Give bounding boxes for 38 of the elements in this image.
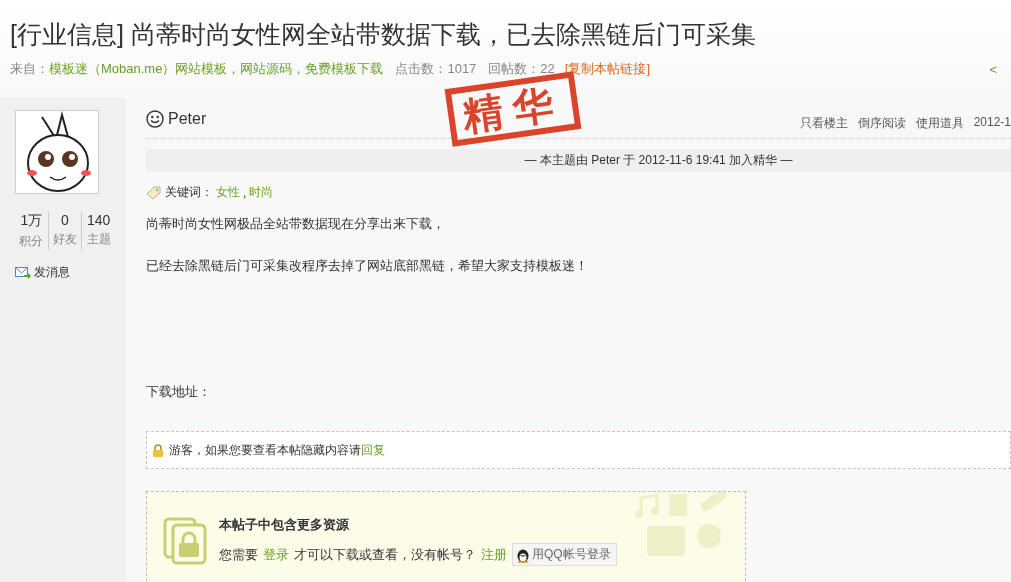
login-link[interactable]: 登录: [263, 545, 289, 564]
source-label: 来自：: [10, 60, 49, 78]
author-name-text: Peter: [168, 110, 207, 128]
post-paragraph: 已经去除黑链后门可采集改程序去掉了网站底部黑链，希望大家支持模板迷！: [146, 257, 589, 275]
download-label: 下载地址：: [146, 383, 212, 401]
previous-thread-link[interactable]: <: [989, 61, 1001, 77]
featured-notice: — 本主题由 Peter 于 2012-11-6 19:41 加入精华 —: [146, 149, 1011, 172]
hidden-content-notice: 游客，如果您要查看本帖隐藏内容请回复: [169, 441, 385, 459]
keyword-link[interactable]: 时尚: [249, 184, 274, 201]
author-name[interactable]: Peter: [146, 110, 207, 128]
mail-icon: [15, 266, 31, 279]
post-tool-link[interactable]: 使用道具: [915, 114, 964, 132]
qq-login-button[interactable]: 用QQ帐号登录: [512, 543, 617, 566]
send-message-link[interactable]: 发消息: [34, 264, 70, 281]
keyword-link[interactable]: 女性: [216, 184, 240, 201]
tag-icon: [146, 185, 162, 200]
post-tool-link[interactable]: 倒序阅读: [857, 114, 906, 132]
login-prompt-text: 您需要: [219, 545, 258, 564]
stat-label: 主题: [85, 231, 112, 248]
lock-icon: [152, 443, 164, 457]
keyword-separator: ,: [243, 185, 247, 200]
stat-value[interactable]: 140: [82, 212, 115, 228]
smiley-icon: [146, 110, 164, 128]
stat-value[interactable]: 1万: [15, 212, 48, 230]
reply-link[interactable]: 回复: [361, 442, 385, 457]
stat-value[interactable]: 0: [48, 212, 82, 228]
register-link[interactable]: 注册: [481, 545, 507, 564]
stat-label: 积分: [18, 233, 45, 250]
register-prompt-text: 才可以下载或查看，没有帐号？: [294, 545, 476, 564]
post-date: 2012-1: [973, 114, 1011, 131]
locked-resource-title: 本帖子中包含更多资源: [219, 516, 350, 534]
stat-label: 好友: [52, 231, 78, 248]
locked-file-icon: [163, 517, 207, 565]
thread-title: [行业信息] 尚蒂时尚女性网全站带数据下载，已去除黑链后门可采集: [10, 19, 756, 50]
keywords-label: 关键词：: [165, 184, 213, 201]
post-paragraph: 尚蒂时尚女性网极品全站带数据现在分享出来下载，: [146, 215, 446, 233]
source-link[interactable]: 模板迷（Moban.me）网站模板，网站源码，免费模板下载: [49, 60, 384, 78]
post-tool-link[interactable]: 只看楼主: [799, 114, 848, 132]
